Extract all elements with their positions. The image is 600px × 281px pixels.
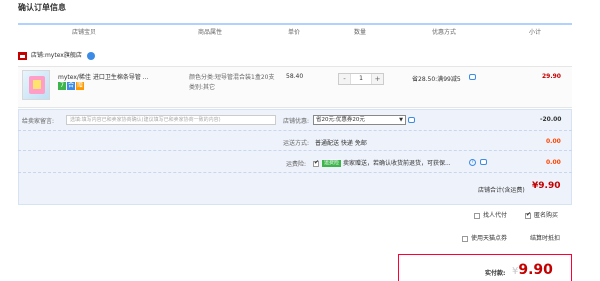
shop-prefix: 店铺: bbox=[30, 52, 45, 59]
quantity-stepper: - 1 + bbox=[338, 73, 384, 85]
guarantee-icon: 合 bbox=[67, 82, 75, 90]
shipping-method: 普通配送 快递 免邮 bbox=[315, 140, 367, 147]
settle-discount-text: 结算时抵扣 bbox=[530, 235, 561, 242]
shipping-label: 运送方式: bbox=[283, 140, 310, 147]
chat-icon[interactable] bbox=[469, 74, 476, 80]
qty-minus-button[interactable]: - bbox=[339, 74, 350, 84]
insurance-checkbox[interactable] bbox=[313, 159, 319, 167]
insurance-text: 卖家赠送，若确认收货前退货，可获保... bbox=[342, 160, 451, 167]
divider bbox=[18, 150, 572, 151]
tmall-points-option[interactable]: 使用天猫点券 bbox=[462, 233, 507, 242]
message-input[interactable]: 选填:填写内容已和卖家协商确认(建议填写已和卖家协商一致的内容) bbox=[66, 115, 276, 125]
service-badges: 7合赠 bbox=[58, 82, 85, 90]
shop-icon bbox=[18, 51, 27, 60]
message-label: 给卖家留言: bbox=[22, 118, 55, 125]
wangwang-icon[interactable] bbox=[86, 51, 95, 60]
qty-input[interactable]: 1 bbox=[350, 74, 372, 84]
shop-discount-value: -20.00 bbox=[540, 116, 562, 123]
product-thumbnail[interactable] bbox=[22, 70, 50, 100]
column-header-item: 店铺宝贝 bbox=[72, 29, 97, 36]
shop-discount-label: 店铺优惠: bbox=[283, 118, 310, 125]
column-header-discount: 优惠方式 bbox=[432, 29, 457, 36]
payment-total: ¥9.90 bbox=[512, 262, 553, 278]
gift-icon: 赠 bbox=[76, 82, 84, 90]
column-header-price: 单价 bbox=[288, 29, 301, 36]
help-icon[interactable]: ? bbox=[469, 159, 476, 166]
payment-label: 实付款: bbox=[485, 270, 506, 277]
insurance-amount: 0.00 bbox=[546, 159, 561, 166]
product-title[interactable]: mytex/稀佳 进口卫生棉条导管 ... bbox=[58, 72, 162, 81]
product-attr-category: 类别:其它 bbox=[189, 84, 216, 91]
shop-name[interactable]: mytex旗舰店 bbox=[45, 52, 82, 59]
shop-total-amount: 9.90 bbox=[538, 181, 561, 191]
insurance-chat-icon[interactable] bbox=[480, 159, 487, 165]
shipping-amount: 0.00 bbox=[546, 138, 561, 145]
discount-info: 省28.50:满99减5 bbox=[412, 76, 461, 83]
page-title: 确认订单信息 bbox=[18, 3, 66, 12]
insurance-label: 运费险: bbox=[286, 161, 307, 168]
insurance-tag: 运费险 bbox=[322, 160, 342, 167]
shop-discount-select[interactable]: 省20元:优惠券20元 ▼ bbox=[313, 115, 406, 125]
column-header-qty: 数量 bbox=[354, 29, 367, 36]
shop-total: ¥9.90 bbox=[532, 181, 560, 191]
tmall-points-checkbox[interactable] bbox=[462, 235, 468, 242]
seven-day-return-icon: 7 bbox=[58, 82, 66, 90]
item-subtotal: 29.90 bbox=[542, 73, 561, 80]
tmall-points-label: 使用天猫点券 bbox=[471, 235, 508, 242]
chevron-down-icon: ▼ bbox=[399, 117, 403, 123]
divider bbox=[18, 172, 572, 173]
unit-price: 58.40 bbox=[286, 73, 304, 80]
payment-amount: 9.90 bbox=[518, 262, 553, 278]
proxy-pay-label: 找人代付 bbox=[483, 212, 508, 219]
proxy-pay-option[interactable]: 找人代付 bbox=[474, 210, 507, 219]
shop-row: 店铺:mytex旗舰店 bbox=[18, 50, 95, 64]
anonymous-checkbox[interactable] bbox=[525, 211, 531, 219]
column-header-subtotal: 小计 bbox=[529, 29, 542, 36]
column-header-attr: 商品属性 bbox=[198, 29, 223, 36]
product-attr-color: 颜色分类:短导管混合装1盒20支 bbox=[189, 74, 275, 81]
anonymous-label: 匿名购买 bbox=[534, 212, 559, 219]
anonymous-option[interactable]: 匿名购买 bbox=[525, 210, 558, 219]
qty-plus-button[interactable]: + bbox=[372, 74, 383, 84]
proxy-pay-checkbox[interactable] bbox=[474, 212, 480, 219]
shop-total-label: 店铺合计(含运费) bbox=[478, 187, 525, 194]
shop-discount-selected: 省20元:优惠券20元 bbox=[316, 117, 365, 123]
divider bbox=[18, 130, 572, 131]
discount-chat-icon[interactable] bbox=[408, 117, 415, 123]
header-divider bbox=[18, 23, 572, 25]
insurance-row: 运费险 卖家赠送，若确认收货前退货，可获保... bbox=[313, 158, 451, 167]
